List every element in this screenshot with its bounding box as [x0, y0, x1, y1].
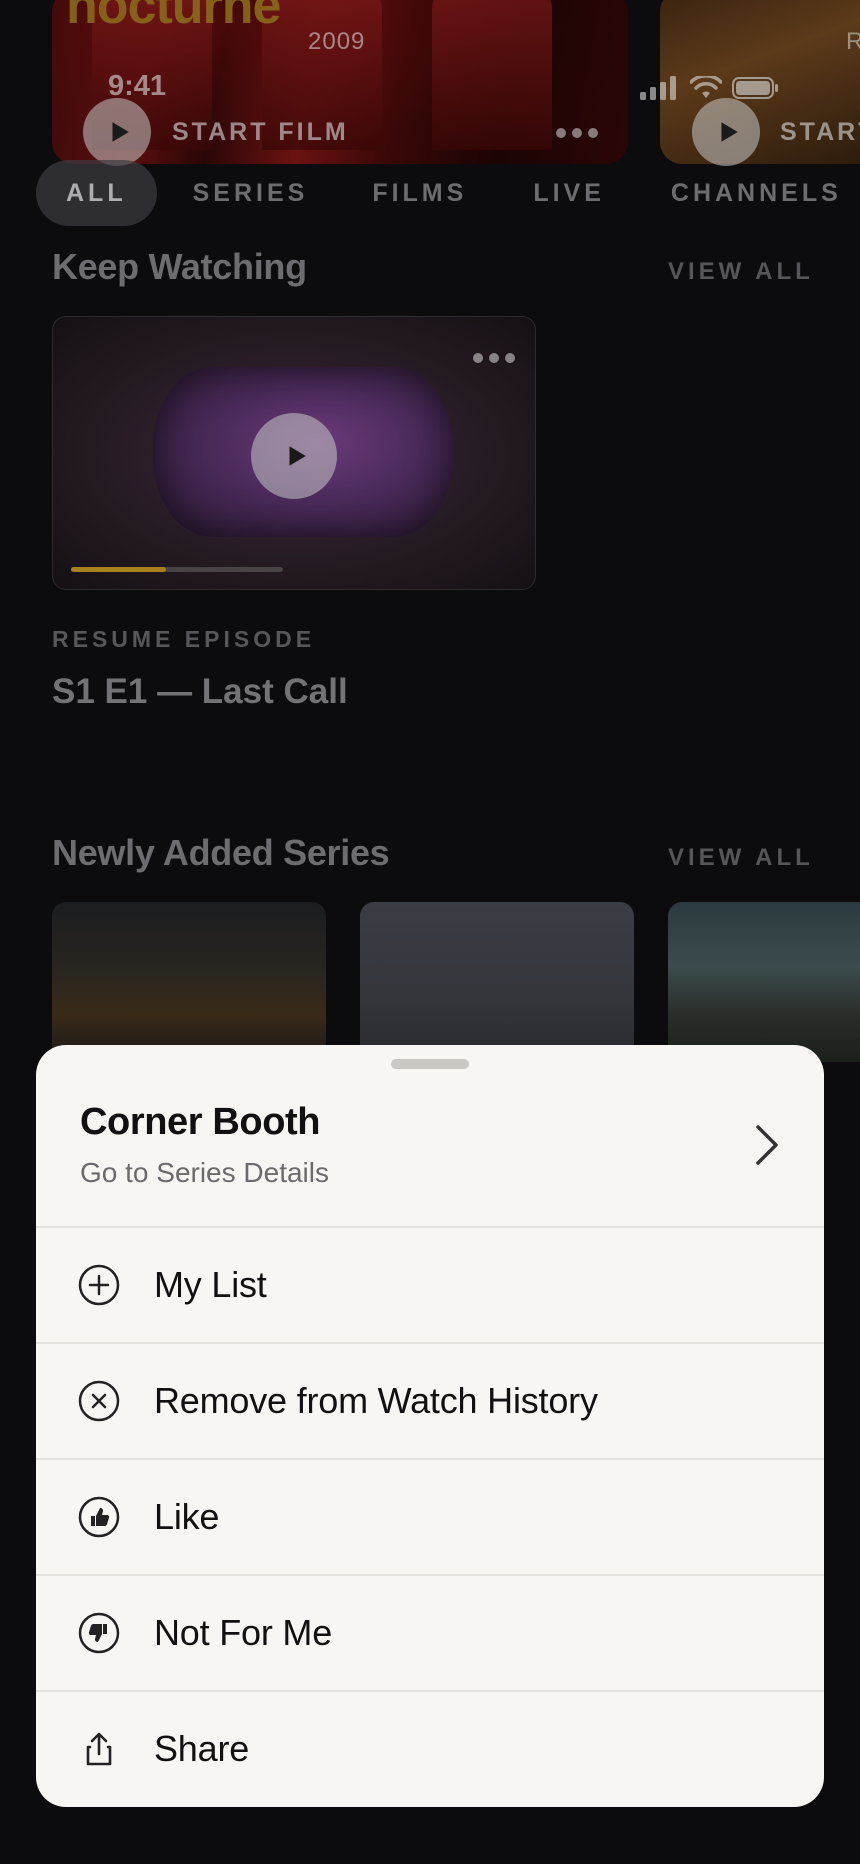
wifi-icon [690, 76, 722, 98]
start-next-label[interactable]: START [780, 118, 860, 147]
watch-progress-fill [71, 567, 167, 572]
tab-live[interactable]: LIVE [511, 160, 627, 226]
action-label: Remove from Watch History [154, 1380, 598, 1421]
action-label: Share [154, 1728, 250, 1769]
start-next-play-button[interactable] [692, 98, 760, 166]
play-icon [112, 122, 129, 142]
action-share[interactable]: Share [36, 1690, 824, 1806]
thumbs-down-icon [78, 1612, 120, 1654]
battery-icon [732, 77, 778, 99]
tab-series[interactable]: SERIES [171, 160, 331, 226]
newly-added-title: Newly Added Series [52, 832, 390, 873]
thumbs-up-icon [78, 1496, 120, 1538]
hero-more-icon[interactable] [556, 128, 598, 138]
chevron-right-icon [756, 1125, 778, 1165]
episode-title[interactable]: S1 E1 — Last Call [52, 672, 348, 712]
keep-watching-card[interactable] [52, 316, 536, 590]
tab-films[interactable]: FILMS [350, 160, 489, 226]
share-icon [78, 1728, 120, 1770]
start-film-play-button[interactable] [83, 98, 151, 166]
hero-year: 2009 [308, 28, 366, 55]
action-label: My List [154, 1264, 267, 1305]
hero-rating: R [846, 28, 860, 55]
tab-all[interactable]: ALL [36, 160, 157, 226]
status-icons [640, 76, 780, 100]
action-sheet: Corner Booth Go to Series Details My Lis… [36, 1045, 824, 1807]
action-not-for-me[interactable]: Not For Me [36, 1574, 824, 1690]
hero-title-art: nocturne [66, 0, 281, 35]
episode-more-icon[interactable] [473, 353, 515, 363]
action-my-list[interactable]: My List [36, 1226, 824, 1342]
resume-label: RESUME EPISODE [52, 626, 316, 652]
resume-play-button[interactable] [251, 413, 337, 499]
play-icon [289, 446, 306, 466]
sheet-subtitle: Go to Series Details [80, 1157, 329, 1188]
action-label: Like [154, 1496, 220, 1537]
series-details-link[interactable]: Corner Booth Go to Series Details [36, 1045, 824, 1227]
series-card[interactable] [668, 902, 860, 1062]
keep-watching-title: Keep Watching [52, 246, 307, 287]
play-icon [721, 122, 738, 142]
x-circle-icon [78, 1380, 120, 1422]
action-label: Not For Me [154, 1612, 333, 1653]
app-screen: nocturne 2009 R 9:41 START FILM START [0, 0, 860, 1864]
start-film-label[interactable]: START FILM [172, 118, 349, 147]
action-remove-history[interactable]: Remove from Watch History [36, 1342, 824, 1458]
plus-circle-icon [78, 1264, 120, 1306]
watch-progress-bar [71, 567, 283, 572]
hero-art-booth [432, 0, 552, 150]
series-card[interactable] [52, 902, 326, 1062]
keep-watching-view-all[interactable]: VIEW ALL [668, 258, 814, 286]
filter-tabs: ALL SERIES FILMS LIVE CHANNELS [36, 160, 860, 226]
action-like[interactable]: Like [36, 1458, 824, 1574]
signal-icon [640, 76, 676, 100]
tab-channels[interactable]: CHANNELS [649, 160, 860, 226]
series-card[interactable] [360, 902, 634, 1062]
newly-added-view-all[interactable]: VIEW ALL [668, 844, 814, 872]
sheet-title: Corner Booth [80, 1101, 321, 1143]
